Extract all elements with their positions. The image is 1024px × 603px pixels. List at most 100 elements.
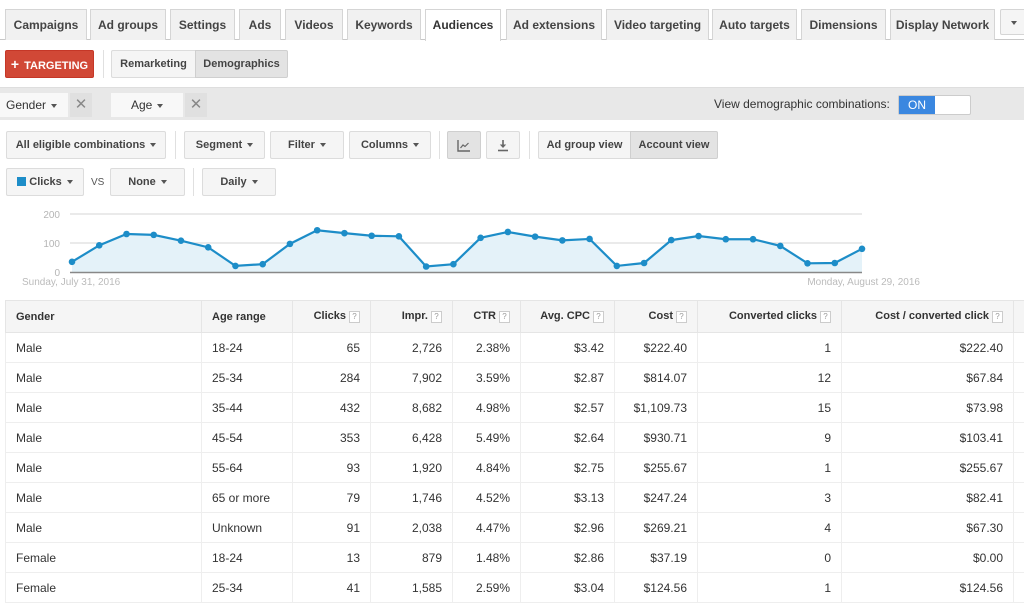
table-row[interactable]: Male65 or more791,7464.52%$3.13$247.243$… bbox=[6, 483, 1024, 513]
data-point[interactable] bbox=[722, 236, 729, 243]
download-button[interactable] bbox=[486, 131, 520, 159]
cell-gender: Male bbox=[6, 513, 202, 543]
filter-dropdown[interactable]: Filter bbox=[270, 131, 344, 159]
column-header-cost[interactable]: Cost? bbox=[615, 301, 698, 333]
table-row[interactable]: Male55-64931,9204.84%$2.75$255.671$255.6… bbox=[6, 453, 1024, 483]
tab-settings[interactable]: Settings bbox=[170, 9, 235, 40]
table-row[interactable]: Female25-34411,5852.59%$3.04$124.561$124… bbox=[6, 573, 1024, 603]
gender-dimension-dropdown[interactable]: Gender bbox=[0, 93, 68, 117]
data-point[interactable] bbox=[150, 232, 157, 239]
data-point[interactable] bbox=[614, 263, 621, 270]
column-header-age-range[interactable]: Age range bbox=[202, 301, 293, 333]
data-point[interactable] bbox=[777, 243, 784, 250]
data-point[interactable] bbox=[750, 236, 757, 243]
help-icon[interactable]: ? bbox=[593, 311, 604, 323]
tab-dimensions[interactable]: Dimensions bbox=[801, 9, 886, 40]
data-point[interactable] bbox=[532, 233, 539, 240]
data-point[interactable] bbox=[368, 232, 375, 239]
remove-age-close-icon[interactable]: ✕ bbox=[185, 93, 207, 117]
data-point[interactable] bbox=[96, 242, 103, 249]
ad-group-view-button[interactable]: Ad group view bbox=[538, 131, 631, 159]
account-view-button[interactable]: Account view bbox=[630, 131, 718, 159]
tab-keywords[interactable]: Keywords bbox=[347, 9, 421, 40]
data-point[interactable] bbox=[396, 233, 403, 240]
data-point[interactable] bbox=[859, 246, 866, 253]
tab-campaigns[interactable]: Campaigns bbox=[5, 9, 87, 40]
data-point[interactable] bbox=[505, 229, 512, 236]
table-row[interactable]: Male35-444328,6824.98%$2.57$1,109.7315$7… bbox=[6, 393, 1024, 423]
columns-dropdown[interactable]: Columns bbox=[349, 131, 431, 159]
primary-metric-dropdown[interactable]: Clicks bbox=[6, 168, 84, 196]
data-point[interactable] bbox=[450, 261, 457, 268]
add-targeting-button[interactable]: +TARGETING bbox=[5, 50, 94, 78]
tab-videos[interactable]: Videos bbox=[285, 9, 343, 40]
chevron-down-icon bbox=[413, 143, 419, 147]
performance-chart[interactable]: 0100200Sunday, July 31, 2016Monday, Augu… bbox=[0, 200, 1024, 295]
help-icon[interactable]: ? bbox=[676, 311, 687, 323]
column-header-cost-converted-click[interactable]: Cost / converted click? bbox=[842, 301, 1014, 333]
tab-auto-targets[interactable]: Auto targets bbox=[712, 9, 797, 40]
column-header-converted-clicks[interactable]: Converted clicks? bbox=[698, 301, 842, 333]
data-point[interactable] bbox=[178, 237, 185, 244]
help-icon[interactable]: ? bbox=[431, 311, 442, 323]
tab-audiences[interactable]: Audiences bbox=[425, 9, 501, 41]
cell-converted-clicks: 1 bbox=[698, 573, 842, 603]
toggle-chart-button[interactable] bbox=[447, 131, 481, 159]
data-point[interactable] bbox=[804, 260, 811, 267]
table-row[interactable]: MaleUnknown912,0384.47%$2.96$269.214$67.… bbox=[6, 513, 1024, 543]
data-point[interactable] bbox=[205, 244, 212, 251]
help-icon[interactable]: ? bbox=[820, 311, 831, 323]
column-header-clicks[interactable]: Clicks? bbox=[293, 301, 371, 333]
tab-ad-extensions[interactable]: Ad extensions bbox=[506, 9, 602, 40]
combinations-dropdown[interactable]: All eligible combinations bbox=[6, 131, 166, 159]
primary-metric-label: Clicks bbox=[29, 176, 61, 188]
age-dimension-dropdown[interactable]: Age bbox=[111, 93, 183, 117]
data-point[interactable] bbox=[69, 259, 76, 266]
y-tick-label: 200 bbox=[43, 210, 60, 221]
data-point[interactable] bbox=[259, 261, 266, 268]
help-icon[interactable]: ? bbox=[992, 311, 1003, 323]
remarketing-tab[interactable]: Remarketing bbox=[111, 50, 196, 78]
more-tabs-button[interactable] bbox=[1000, 9, 1024, 35]
secondary-metric-dropdown[interactable]: None bbox=[110, 168, 185, 196]
data-point[interactable] bbox=[559, 237, 566, 244]
tab-ad-groups[interactable]: Ad groups bbox=[90, 9, 166, 40]
cell-gender: Male bbox=[6, 423, 202, 453]
tab-video-targeting[interactable]: Video targeting bbox=[606, 9, 709, 40]
data-point[interactable] bbox=[341, 230, 348, 237]
data-point[interactable] bbox=[287, 241, 294, 248]
data-point[interactable] bbox=[423, 263, 430, 270]
data-point[interactable] bbox=[314, 227, 321, 234]
column-header-ctr[interactable]: CTR? bbox=[453, 301, 521, 333]
tab-display-network[interactable]: Display Network bbox=[890, 9, 995, 40]
table-row[interactable]: Female18-24138791.48%$2.86$37.190$0.00 bbox=[6, 543, 1024, 573]
table-row[interactable]: Male25-342847,9023.59%$2.87$814.0712$67.… bbox=[6, 363, 1024, 393]
data-point[interactable] bbox=[695, 233, 702, 240]
remove-gender-close-icon[interactable]: ✕ bbox=[70, 93, 92, 117]
help-icon[interactable]: ? bbox=[349, 311, 360, 323]
cell-clicks: 13 bbox=[293, 543, 371, 573]
x-end-label: Monday, August 29, 2016 bbox=[807, 277, 920, 288]
help-icon[interactable]: ? bbox=[499, 311, 510, 323]
data-point[interactable] bbox=[477, 234, 484, 241]
table-row[interactable]: Male18-24652,7262.38%$3.42$222.401$222.4… bbox=[6, 333, 1024, 363]
view-combinations-toggle[interactable]: ON bbox=[898, 95, 971, 115]
data-point[interactable] bbox=[668, 237, 675, 244]
data-point[interactable] bbox=[641, 260, 648, 267]
data-point[interactable] bbox=[831, 260, 838, 267]
time-period-dropdown[interactable]: Daily bbox=[202, 168, 276, 196]
column-header-avg-cpc[interactable]: Avg. CPC? bbox=[521, 301, 615, 333]
tab-ads[interactable]: Ads bbox=[239, 9, 281, 40]
divider bbox=[103, 50, 104, 78]
data-point[interactable] bbox=[586, 236, 593, 243]
cell-cost: $269.21 bbox=[615, 513, 698, 543]
column-header-gender[interactable]: Gender bbox=[6, 301, 202, 333]
cell-gender: Male bbox=[6, 483, 202, 513]
cell-age-range: 25-34 bbox=[202, 573, 293, 603]
demographics-tab[interactable]: Demographics bbox=[195, 50, 288, 78]
table-row[interactable]: Male45-543536,4285.49%$2.64$930.719$103.… bbox=[6, 423, 1024, 453]
data-point[interactable] bbox=[123, 231, 130, 238]
segment-dropdown[interactable]: Segment bbox=[184, 131, 265, 159]
data-point[interactable] bbox=[232, 263, 239, 270]
column-header-impr[interactable]: Impr.? bbox=[371, 301, 453, 333]
